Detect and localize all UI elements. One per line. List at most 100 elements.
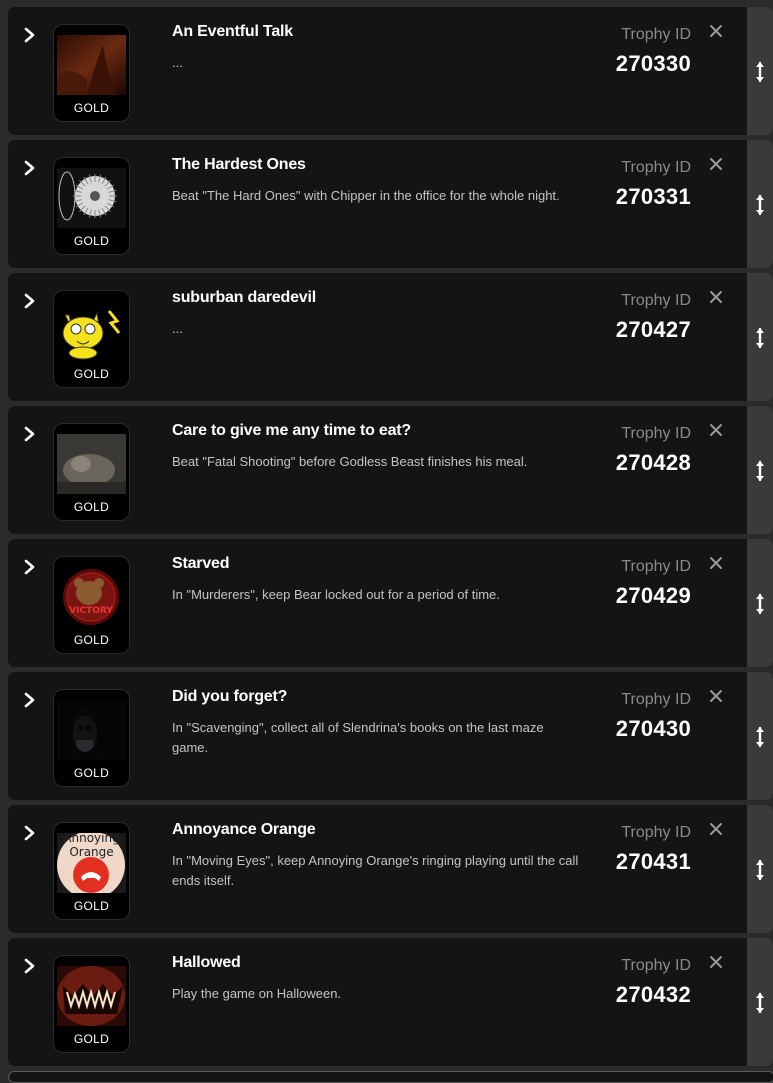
trophy-image: VICTORY xyxy=(57,567,126,627)
trophy-tier: GOLD xyxy=(73,101,110,115)
trophy-id-value: 270429 xyxy=(615,583,691,608)
trophy-image xyxy=(57,434,126,494)
remove-x-icon[interactable] xyxy=(709,423,723,437)
expand-chevron-icon[interactable] xyxy=(24,27,38,43)
trophy-id-value: 270431 xyxy=(615,849,691,874)
trophy-tier: GOLD xyxy=(73,899,110,913)
trophy-image xyxy=(57,35,126,95)
expand-chevron-icon[interactable] xyxy=(24,692,38,708)
trophy-description: ... xyxy=(172,321,183,336)
trophy-id-value: 270427 xyxy=(615,317,691,342)
drag-handle[interactable] xyxy=(747,273,773,401)
thumbnail-caption: Annoying Orange xyxy=(63,833,120,859)
drag-handle[interactable] xyxy=(747,805,773,933)
trophy-thumbnail: GOLD xyxy=(53,290,130,388)
trophy-list: GOLD An Eventful Talk ... Trophy ID 2703… xyxy=(8,7,773,1071)
trophy-image: Annoying Orange xyxy=(57,833,126,893)
resize-vertical-icon xyxy=(756,194,764,216)
drag-handle[interactable] xyxy=(747,7,773,135)
trophy-id-label: Trophy ID xyxy=(621,292,691,309)
trophy-thumbnail: GOLD xyxy=(53,689,130,787)
trophy-id-label: Trophy ID xyxy=(621,159,691,176)
trophy-thumbnail: VICTORY GOLD xyxy=(53,556,130,654)
trophy-thumbnail: GOLD xyxy=(53,423,130,521)
drag-handle[interactable] xyxy=(747,539,773,667)
trophy-id-value: 270430 xyxy=(615,716,691,741)
resize-vertical-icon xyxy=(756,992,764,1014)
drag-handle[interactable] xyxy=(747,938,773,1066)
trophy-tier: GOLD xyxy=(73,633,110,647)
dark-red-scene-thumbnail xyxy=(57,35,126,95)
trophy-title: Care to give me any time to eat? xyxy=(172,422,412,439)
expand-chevron-icon[interactable] xyxy=(24,160,38,176)
trophy-title: suburban daredevil xyxy=(172,289,316,306)
trophy-title: Hallowed xyxy=(172,954,241,971)
drag-handle[interactable] xyxy=(747,672,773,800)
trophy-title: The Hardest Ones xyxy=(172,156,306,173)
trophy-card: GOLD Care to give me any time to eat? Be… xyxy=(8,406,773,534)
trophy-card: GOLD Did you forget? In "Scavenging", co… xyxy=(8,672,773,800)
trophy-tier: GOLD xyxy=(73,766,110,780)
trophy-tier: GOLD xyxy=(73,367,110,381)
svg-text:VICTORY: VICTORY xyxy=(69,606,113,616)
trophy-thumbnail: Annoying Orange GOLD xyxy=(53,822,130,920)
trophy-title: Did you forget? xyxy=(172,688,288,705)
expand-chevron-icon[interactable] xyxy=(24,293,38,309)
trophy-image xyxy=(57,966,126,1026)
remove-x-icon[interactable] xyxy=(709,157,723,171)
trophy-card: VICTORY GOLD Starved In "Murderers", kee… xyxy=(8,539,773,667)
resize-vertical-icon xyxy=(756,327,764,349)
trophy-description: In "Scavenging", collect all of Slendrin… xyxy=(172,720,544,755)
remove-x-icon[interactable] xyxy=(709,24,723,38)
trophy-id-value: 270432 xyxy=(615,982,691,1007)
remove-x-icon[interactable] xyxy=(709,955,723,969)
trophy-id-label: Trophy ID xyxy=(621,957,691,974)
trophy-tier: GOLD xyxy=(73,234,110,248)
trophy-image xyxy=(57,700,126,760)
trophy-image xyxy=(57,301,126,361)
trophy-thumbnail: GOLD xyxy=(53,955,130,1053)
trophy-id-label: Trophy ID xyxy=(621,425,691,442)
resize-vertical-icon xyxy=(756,460,764,482)
grey-creature-thumbnail xyxy=(57,434,126,494)
trophy-title: An Eventful Talk xyxy=(172,23,293,40)
resize-vertical-icon xyxy=(756,61,764,83)
trophy-description: In "Moving Eyes", keep Annoying Orange's… xyxy=(172,853,579,888)
drag-handle[interactable] xyxy=(747,406,773,534)
trophy-id-label: Trophy ID xyxy=(621,26,691,43)
remove-x-icon[interactable] xyxy=(709,822,723,836)
trophy-id-label: Trophy ID xyxy=(621,691,691,708)
pumpkin-thumbnail xyxy=(57,966,126,1026)
expand-chevron-icon[interactable] xyxy=(24,958,38,974)
resize-vertical-icon xyxy=(756,859,764,881)
trophy-card: Annoying Orange GOLD Annoyance Orange In… xyxy=(8,805,773,933)
trophy-card: GOLD Hallowed Play the game on Halloween… xyxy=(8,938,773,1066)
resize-vertical-icon xyxy=(756,726,764,748)
trophy-card: GOLD suburban daredevil ... Trophy ID 27… xyxy=(8,273,773,401)
trophy-thumbnail: GOLD xyxy=(53,24,130,122)
trophy-id-label: Trophy ID xyxy=(621,558,691,575)
trophy-card: GOLD The Hardest Ones Beat "The Hard One… xyxy=(8,140,773,268)
trophy-description: In "Murderers", keep Bear locked out for… xyxy=(172,587,500,602)
trophy-id-label: Trophy ID xyxy=(621,824,691,841)
remove-x-icon[interactable] xyxy=(709,689,723,703)
trophy-id-value: 270428 xyxy=(615,450,691,475)
trophy-thumbnail: GOLD xyxy=(53,157,130,255)
trophy-tier: GOLD xyxy=(73,500,110,514)
fan-saw-thumbnail xyxy=(57,168,126,228)
ghost-face-thumbnail xyxy=(57,700,126,760)
drag-handle[interactable] xyxy=(747,140,773,268)
remove-x-icon[interactable] xyxy=(709,290,723,304)
resize-vertical-icon xyxy=(756,593,764,615)
trophy-card: GOLD An Eventful Talk ... Trophy ID 2703… xyxy=(8,7,773,135)
trophy-description: Play the game on Halloween. xyxy=(172,986,342,1001)
remove-x-icon[interactable] xyxy=(709,556,723,570)
trophy-id-value: 270331 xyxy=(615,184,691,209)
trophy-description: ... xyxy=(172,55,183,70)
expand-chevron-icon[interactable] xyxy=(24,825,38,841)
trophy-description: Beat "Fatal Shooting" before Godless Bea… xyxy=(172,454,528,469)
expand-chevron-icon[interactable] xyxy=(24,426,38,442)
next-card-edge xyxy=(8,1071,773,1083)
expand-chevron-icon[interactable] xyxy=(24,559,38,575)
trophy-id-value: 270330 xyxy=(615,51,691,76)
